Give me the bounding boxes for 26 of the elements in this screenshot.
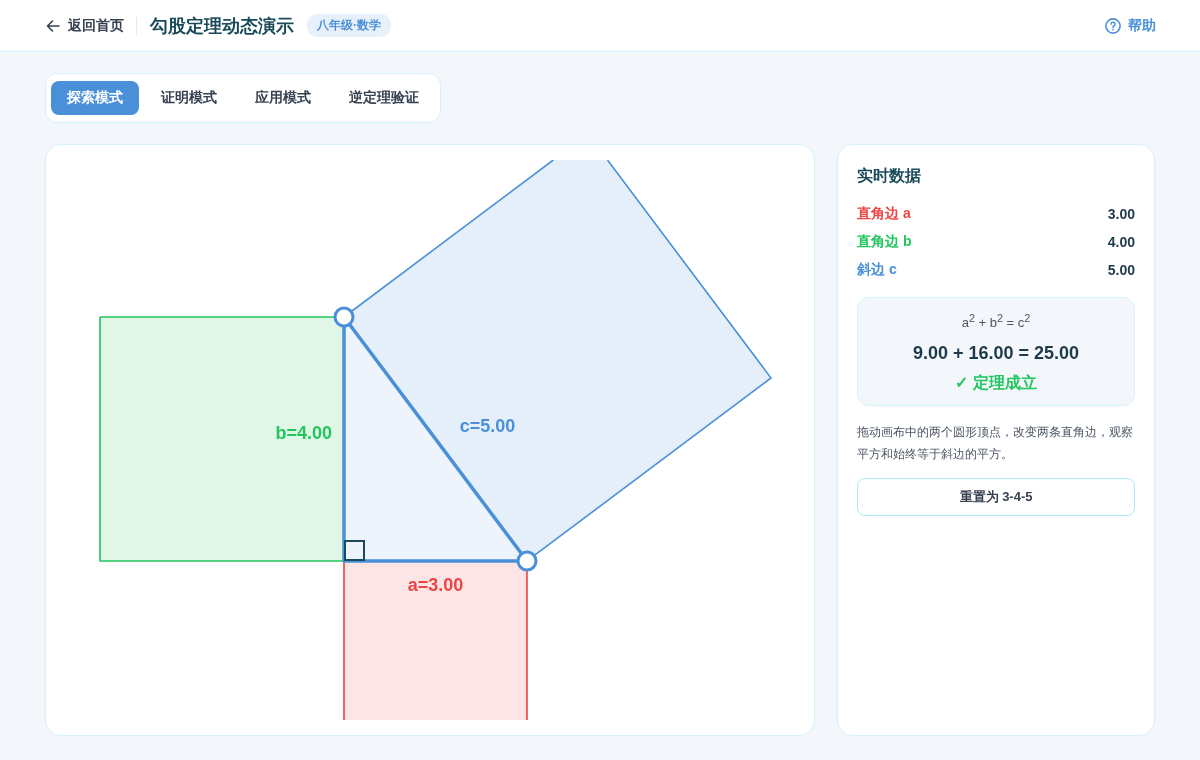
back-link[interactable]: 返回首页 [46,16,124,35]
arrow-left-icon [46,18,60,33]
mode-tab[interactable]: 应用模式 [239,81,327,115]
drag-handle[interactable] [516,550,538,572]
page-title: 勾股定理动态演示 [150,14,294,38]
side-value: 5.00 [1107,262,1135,278]
hint-text: 拖动画布中的两个圆形顶点，改变两条直角边，观察平方和始终等于斜边的平方。 [857,424,1134,464]
grade-badge: 八年级·数学 [307,14,391,37]
reset-button[interactable]: 重置为 3-4-5 [857,478,1135,517]
side-name: 斜边 c [857,261,897,279]
result-text: ✓ 定理成立 [955,373,1037,394]
panel-title: 实时数据 [857,166,922,186]
formula-text: a$^{2}$ + b$^{2}$ = c$^{2}$ [961,311,1031,333]
equation-text: 9.00 + 16.00 = 25.00 [912,342,1080,366]
side-length-label: c=5.00 [459,416,516,436]
side-value: 4.00 [1107,234,1135,250]
help-icon [1105,17,1121,34]
side-value: 3.00 [1107,206,1135,222]
side-length-label: a=3.00 [407,575,464,595]
mode-tab[interactable]: 证明模式 [145,81,233,115]
mode-tab[interactable]: 逆定理验证 [333,81,435,115]
side-length-label: b=4.00 [275,423,332,443]
right-angle-marker [344,540,365,561]
drag-handle[interactable] [333,306,355,328]
side-name: 直角边 b [857,233,912,251]
side-name: 直角边 a [857,205,911,223]
